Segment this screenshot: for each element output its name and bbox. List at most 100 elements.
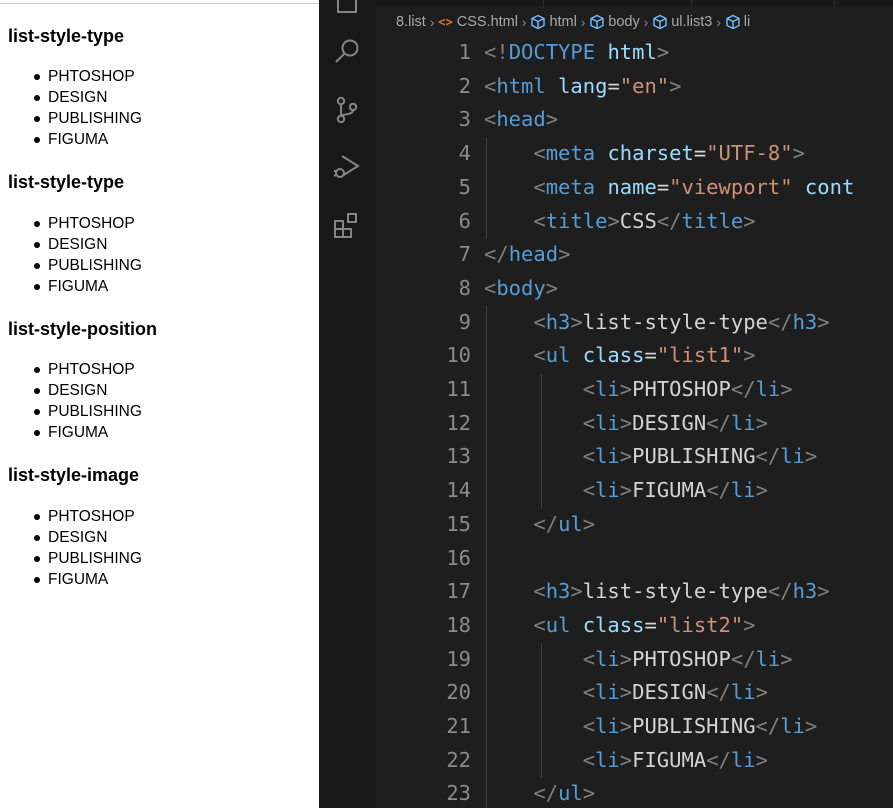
breadcrumb: 8.list › <> CSS.html › html › body › ul.…: [376, 7, 893, 37]
code-line[interactable]: <ul class="list1">: [484, 339, 755, 373]
code-token: >: [755, 410, 768, 435]
code-token: li: [780, 714, 805, 738]
run-debug-icon[interactable]: [332, 152, 362, 182]
line-number: 9: [458, 309, 471, 334]
code-line[interactable]: <h3>list-style-type</h3>: [484, 575, 830, 609]
code-token: PUBLISHING: [632, 714, 756, 738]
section-heading: list-style-type: [8, 172, 125, 192]
code-token: h3: [545, 579, 571, 604]
breadcrumb-html[interactable]: html: [549, 14, 576, 30]
code-token: </: [533, 781, 559, 806]
code-token: >: [619, 478, 633, 503]
line-number: 22: [446, 747, 471, 772]
code-area[interactable]: <!DOCTYPE html> <html lang="en"> <head> <m…: [484, 37, 893, 808]
code-line[interactable]: <body>: [484, 272, 558, 306]
code-line[interactable]: <li>PUBLISHING</li>: [484, 440, 818, 474]
code-token: >: [570, 309, 583, 334]
line-number: 5: [458, 174, 471, 199]
code-line[interactable]: <!DOCTYPE html>: [484, 36, 669, 70]
line-number: 7: [458, 242, 471, 267]
code-token: </: [706, 680, 731, 705]
code-line[interactable]: <meta name="viewport" cont: [484, 171, 854, 205]
code-line[interactable]: <meta charset="UTF-8">: [484, 137, 805, 171]
extensions-icon[interactable]: [332, 211, 362, 241]
code-line[interactable]: </ul>: [484, 508, 595, 542]
list-item: DESIGN: [34, 234, 142, 255]
line-number: 14: [446, 478, 471, 503]
breadcrumb-li[interactable]: li: [744, 14, 750, 30]
chevron-right-icon: ›: [517, 14, 531, 30]
code-token: li: [595, 680, 620, 705]
list-item: DESIGN: [34, 527, 142, 548]
chevron-right-icon: ›: [425, 14, 439, 30]
line-number: 2: [458, 73, 471, 98]
code-token: >: [619, 646, 633, 671]
code-token: PUBLISHING: [632, 444, 756, 469]
code-token: "list1": [656, 343, 744, 368]
code-token: >: [755, 747, 768, 772]
breadcrumb-ul[interactable]: ul.list3: [671, 14, 712, 30]
code-line[interactable]: <h3>list-style-type</h3>: [484, 306, 829, 340]
code-line[interactable]: <li>PHTOSHOP</li>: [484, 373, 793, 407]
code-token: h3: [792, 309, 818, 334]
code-token: <: [582, 714, 596, 738]
code-token: =: [607, 73, 620, 98]
search-icon[interactable]: [332, 37, 362, 67]
breadcrumb-folder[interactable]: 8.list: [396, 14, 426, 30]
code-token: <: [582, 377, 596, 401]
code-line[interactable]: <head>: [484, 103, 558, 137]
code-token: >: [817, 579, 830, 604]
source-control-icon[interactable]: [332, 95, 362, 125]
code-token: </: [533, 511, 559, 536]
list-item: PHTOSHOP: [34, 359, 142, 380]
code-line[interactable]: <li>DESIGN</li>: [484, 676, 768, 710]
code-token: >: [570, 579, 583, 604]
breadcrumb-body[interactable]: body: [608, 14, 639, 30]
code-token: class: [582, 343, 645, 368]
code-line[interactable]: <li>DESIGN</li>: [484, 407, 768, 441]
code-token: head: [508, 242, 559, 267]
list-item: FIGUMA: [34, 422, 142, 443]
breadcrumb-file[interactable]: CSS.html: [457, 14, 518, 30]
code-token: title: [681, 208, 744, 233]
code-token: <: [533, 309, 546, 334]
code-token: meta: [545, 174, 596, 199]
list-item: FIGUMA: [34, 276, 142, 297]
code-token: =: [644, 343, 657, 368]
code-line[interactable]: <html lang="en">: [484, 70, 682, 104]
code-line[interactable]: <li>FIGUMA</li>: [484, 744, 768, 778]
code-token: name: [607, 174, 657, 199]
section-heading: list-style-type: [8, 26, 125, 46]
line-number: 4: [458, 141, 471, 166]
list-item: PUBLISHING: [34, 403, 142, 420]
line-number: 13: [446, 444, 471, 469]
list-item: DESIGN: [34, 380, 142, 401]
code-token: >: [669, 73, 682, 98]
code-line[interactable]: <ul class="list2">: [484, 609, 755, 643]
explorer-icon[interactable]: [332, 0, 362, 16]
code-token: PHTOSHOP: [632, 377, 731, 401]
code-token: </: [730, 646, 756, 671]
code-line[interactable]: </ul>: [484, 777, 595, 808]
line-number-gutter: 1 2 3 4 5 6 7 8 9 10 11 12 13 14 15 16 17 18 19 20 21 22 23: [376, 37, 484, 808]
code-token: list-style-type: [582, 579, 768, 604]
code-line[interactable]: <li>PUBLISHING</li>: [484, 710, 818, 744]
code-token: </: [706, 747, 731, 772]
code-token: "UTF-8": [706, 141, 793, 166]
code-line[interactable]: <li>FIGUMA</li>: [484, 474, 768, 508]
code-token: DOCTYPE: [508, 40, 596, 64]
code-token: </: [656, 208, 682, 233]
code-line[interactable]: <title>CSS</title>: [484, 205, 755, 239]
line-number: 6: [458, 208, 471, 233]
code-line[interactable]: </head>: [484, 238, 570, 272]
code-line[interactable]: <li>PHTOSHOP</li>: [484, 643, 793, 677]
